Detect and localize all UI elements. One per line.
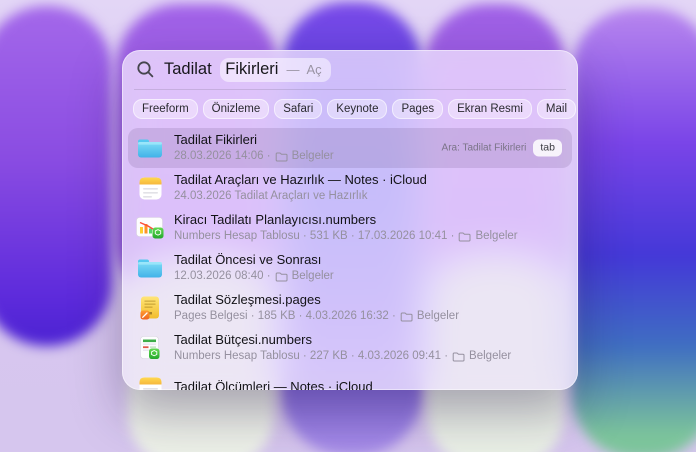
blue-folder-icon xyxy=(136,258,164,279)
blue-folder-icon xyxy=(136,138,164,159)
result-subtitle: Pages Belgesi · 185 KB · 4.03.2026 16:32… xyxy=(174,310,460,323)
result-subtitle: 12.03.2026 08:40 · Belgeler xyxy=(174,270,334,283)
search-query-prefix: Tadilat xyxy=(164,60,217,78)
spotlight-window: Tadilat Fikirleri — Aç Freeform Önizleme… xyxy=(122,50,578,390)
folder-glyph-icon xyxy=(275,152,288,162)
result-row-kiraci-tadilati[interactable]: Kiracı Tadilatı Planlayıcısı.numbers Num… xyxy=(128,208,572,248)
folder-glyph-icon xyxy=(452,352,465,362)
result-title: Tadilat Öncesi ve Sonrası xyxy=(174,251,322,267)
notes-icon xyxy=(136,377,164,390)
result-row-tadilat-oncesi[interactable]: Tadilat Öncesi ve Sonrası 12.03.2026 08:… xyxy=(128,248,572,288)
filter-chip-bar: Freeform Önizleme Safari Keynote Pages E… xyxy=(122,90,578,127)
suggestion-action-label: Aç xyxy=(306,61,322,77)
result-row-tadilat-fikirleri[interactable]: Tadilat Fikirleri 28.03.2026 14:06 · Bel… xyxy=(128,128,572,168)
filter-chip-safari[interactable]: Safari xyxy=(274,99,323,119)
result-location: Belgeler xyxy=(475,230,518,243)
result-subtitle: Numbers Hesap Tablosu · 227 KB · 4.03.20… xyxy=(174,350,512,363)
filter-chip-pages[interactable]: Pages xyxy=(392,99,444,119)
suggestion-separator: — xyxy=(286,61,300,77)
numbers-document-icon xyxy=(136,336,164,360)
result-location: Belgeler xyxy=(291,150,334,163)
tab-key-badge: tab xyxy=(533,139,562,157)
filter-chip-ekran-resmi[interactable]: Ekran Resmi xyxy=(448,99,532,119)
filter-chip-onizleme[interactable]: Önizleme xyxy=(202,99,270,119)
search-input[interactable]: Tadilat Fikirleri — Aç xyxy=(122,50,578,89)
result-title: Tadilat Fikirleri xyxy=(174,131,258,147)
result-title: Tadilat Ölçümleri — Notes · iCloud xyxy=(174,379,373,390)
result-title: Tadilat Sözleşmesi.pages xyxy=(174,291,321,307)
result-subtitle: Numbers Hesap Tablosu · 531 KB · 17.03.2… xyxy=(174,230,518,243)
search-icon xyxy=(137,61,154,78)
filter-chip-freeform[interactable]: Freeform xyxy=(133,99,198,119)
folder-glyph-icon xyxy=(459,232,471,242)
result-title: Tadilat Araçları ve Hazırlık — Notes · i… xyxy=(174,171,427,187)
result-row-tadilat-araclari[interactable]: Tadilat Araçları ve Hazırlık — Notes · i… xyxy=(128,168,572,208)
notes-icon xyxy=(136,177,164,200)
pages-document-icon xyxy=(136,296,164,320)
numbers-document-icon xyxy=(136,217,164,239)
result-location: Belgeler xyxy=(291,270,334,283)
filter-chip-mail[interactable]: Mail xyxy=(536,99,577,119)
wallpaper-capsule xyxy=(0,6,112,346)
wallpaper-capsule xyxy=(572,8,696,452)
search-suggestion-pill[interactable]: Fikirleri — Aç xyxy=(220,57,331,82)
hint-label: Ara: Tadilat Fikirleri xyxy=(441,142,527,154)
result-location: Belgeler xyxy=(469,350,512,363)
result-row-tadilat-olcumleri[interactable]: Tadilat Ölçümleri — Notes · iCloud xyxy=(128,368,572,390)
search-hint: Ara: Tadilat Fikirleri tab xyxy=(441,139,562,157)
result-location: Belgeler xyxy=(416,310,460,323)
folder-glyph-icon xyxy=(275,272,288,282)
folder-glyph-icon xyxy=(400,312,413,322)
result-row-tadilat-sozlesmesi[interactable]: Tadilat Sözleşmesi.pages Pages Belgesi ·… xyxy=(128,288,572,328)
result-title: Tadilat Bütçesi.numbers xyxy=(174,331,313,347)
search-results-list: Tadilat Fikirleri 28.03.2026 14:06 · Bel… xyxy=(122,127,578,390)
result-subtitle: 28.03.2026 14:06 · Belgeler xyxy=(174,150,334,163)
search-query-completion: Fikirleri xyxy=(225,59,279,78)
result-title: Kiracı Tadilatı Planlayıcısı.numbers xyxy=(174,211,377,227)
result-subtitle: 24.03.2026 Tadilat Araçları ve Hazırlık xyxy=(174,190,368,203)
result-row-tadilat-butcesi[interactable]: Tadilat Bütçesi.numbers Numbers Hesap Ta… xyxy=(128,328,572,368)
filter-chip-keynote[interactable]: Keynote xyxy=(327,99,388,119)
desktop-wallpaper: Tadilat Fikirleri — Aç Freeform Önizleme… xyxy=(0,0,696,452)
